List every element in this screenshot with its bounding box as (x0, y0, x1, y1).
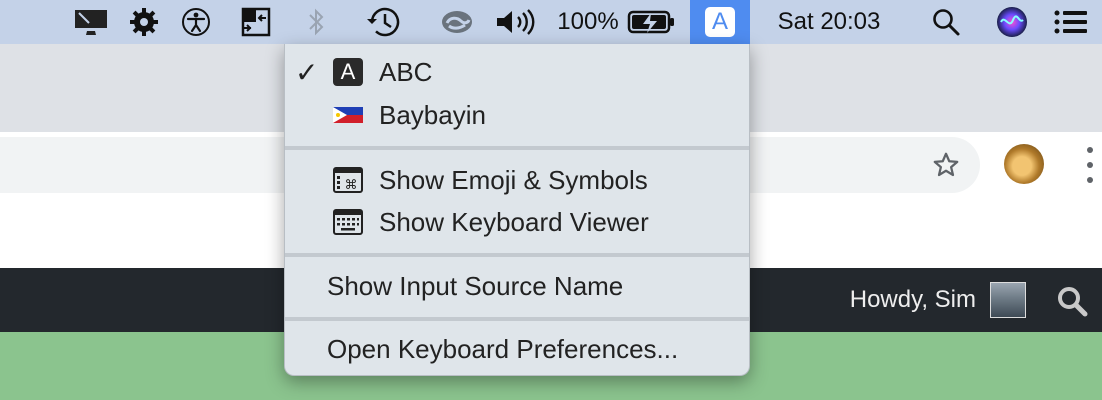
menu-item-show-input-source-name[interactable]: Show Input Source Name (285, 265, 749, 307)
time-machine-icon[interactable] (362, 0, 406, 44)
menu-item-baybayin[interactable]: Baybayin (285, 94, 749, 136)
menu-item-label: Show Input Source Name (327, 270, 624, 301)
menu-item-label: Show Keyboard Viewer (379, 206, 649, 237)
menu-item-label: ABC (379, 56, 433, 87)
menu-item-abc[interactable]: ✓ A ABC (285, 51, 749, 93)
siri-icon[interactable] (992, 0, 1032, 44)
creative-cloud-icon[interactable] (436, 0, 478, 44)
input-source-menu-extra[interactable]: A (690, 0, 750, 44)
menu-item-show-emoji-symbols[interactable]: ⌘ Show Emoji & Symbols (285, 159, 749, 201)
admin-greeting[interactable]: Howdy, Sim (850, 286, 976, 314)
checkmark-icon: ✓ (295, 56, 319, 88)
bluetooth-icon[interactable] (302, 0, 330, 44)
window-switcher-icon[interactable] (238, 0, 274, 44)
gear-icon[interactable] (126, 0, 162, 44)
volume-icon[interactable] (494, 0, 538, 44)
menu-item-show-keyboard-viewer[interactable]: Show Keyboard Viewer (285, 201, 749, 243)
menu-item-label: Open Keyboard Preferences... (327, 333, 679, 364)
spotlight-search-icon[interactable] (926, 0, 966, 44)
menu-separator (285, 146, 749, 150)
abc-keyboard-icon: A (333, 58, 363, 86)
browser-menu-icon[interactable] (1080, 147, 1100, 183)
battery-percentage[interactable]: 100% (556, 0, 620, 44)
menu-separator (285, 253, 749, 257)
battery-icon[interactable] (626, 0, 676, 44)
menu-item-label: Baybayin (379, 99, 486, 130)
menu-item-open-keyboard-preferences[interactable]: Open Keyboard Preferences... (285, 328, 749, 370)
svg-text:⌘: ⌘ (345, 178, 358, 193)
admin-search-icon[interactable] (1055, 284, 1089, 318)
bookmark-star-icon[interactable] (926, 145, 966, 185)
menu-bar: 100% A Sat 20:03 (0, 0, 1102, 44)
accessibility-icon[interactable] (178, 0, 214, 44)
clock[interactable]: Sat 20:03 (764, 0, 894, 44)
profile-avatar[interactable] (1004, 144, 1044, 184)
input-source-dropdown: ✓ A ABC Baybayin ⌘ Show Emoji & Symbols … (284, 44, 750, 376)
notification-center-icon[interactable] (1050, 0, 1092, 44)
keyboard-viewer-icon (333, 209, 363, 235)
input-source-icon: A (705, 7, 735, 37)
display-icon[interactable] (72, 0, 110, 44)
admin-avatar[interactable] (990, 282, 1026, 318)
menu-item-label: Show Emoji & Symbols (379, 164, 648, 195)
character-viewer-icon: ⌘ (333, 167, 363, 193)
menu-separator (285, 317, 749, 321)
philippines-flag-icon (333, 107, 363, 123)
